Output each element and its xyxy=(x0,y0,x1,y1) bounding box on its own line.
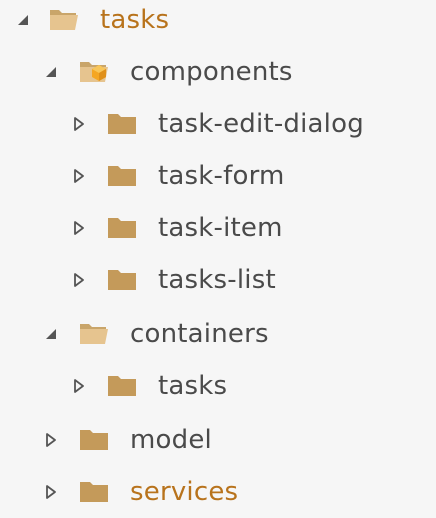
tree-item-label: tasks xyxy=(158,371,228,401)
tree-item-task-item[interactable]: task-item xyxy=(0,202,436,254)
collapsed-arrow-icon[interactable] xyxy=(44,433,58,447)
tree-item-label: containers xyxy=(130,319,269,349)
tree-item-services[interactable]: services xyxy=(0,466,436,518)
folder-open-icon xyxy=(50,10,78,30)
collapsed-arrow-icon[interactable] xyxy=(72,379,86,393)
folder-icon xyxy=(108,114,136,134)
collapsed-arrow-icon[interactable] xyxy=(72,169,86,183)
folder-icon xyxy=(80,482,108,502)
tree-item-components[interactable]: components xyxy=(0,46,436,98)
tree-item-label: model xyxy=(130,425,212,455)
collapsed-arrow-icon[interactable] xyxy=(72,117,86,131)
tree-item-task-form[interactable]: task-form xyxy=(0,150,436,202)
folder-icon xyxy=(108,166,136,186)
collapsed-arrow-icon[interactable] xyxy=(72,273,86,287)
folder-components-icon xyxy=(80,62,108,82)
file-tree: tasks components task-edit-dialog task-f… xyxy=(0,0,436,518)
tree-item-label: services xyxy=(130,477,239,507)
tree-item-model[interactable]: model xyxy=(0,414,436,466)
tree-item-task-edit-dialog[interactable]: task-edit-dialog xyxy=(0,98,436,150)
tree-item-containers[interactable]: containers xyxy=(0,308,436,360)
expanded-arrow-icon[interactable] xyxy=(44,327,58,341)
folder-icon xyxy=(108,218,136,238)
folder-icon xyxy=(108,270,136,290)
folder-icon xyxy=(108,376,136,396)
tree-item-label: task-form xyxy=(158,161,285,191)
tree-item-containers-tasks[interactable]: tasks xyxy=(0,360,436,412)
folder-open-icon xyxy=(80,324,108,344)
collapsed-arrow-icon[interactable] xyxy=(44,485,58,499)
tree-item-label: components xyxy=(130,57,293,87)
tree-item-tasks-list[interactable]: tasks-list xyxy=(0,254,436,306)
tree-item-label: task-edit-dialog xyxy=(158,109,364,139)
folder-icon xyxy=(80,430,108,450)
collapsed-arrow-icon[interactable] xyxy=(72,221,86,235)
expanded-arrow-icon[interactable] xyxy=(16,13,30,27)
tree-item-tasks[interactable]: tasks xyxy=(0,0,436,46)
expanded-arrow-icon[interactable] xyxy=(44,65,58,79)
tree-item-label: tasks-list xyxy=(158,265,276,295)
tree-item-label: tasks xyxy=(100,5,170,35)
tree-item-label: task-item xyxy=(158,213,283,243)
